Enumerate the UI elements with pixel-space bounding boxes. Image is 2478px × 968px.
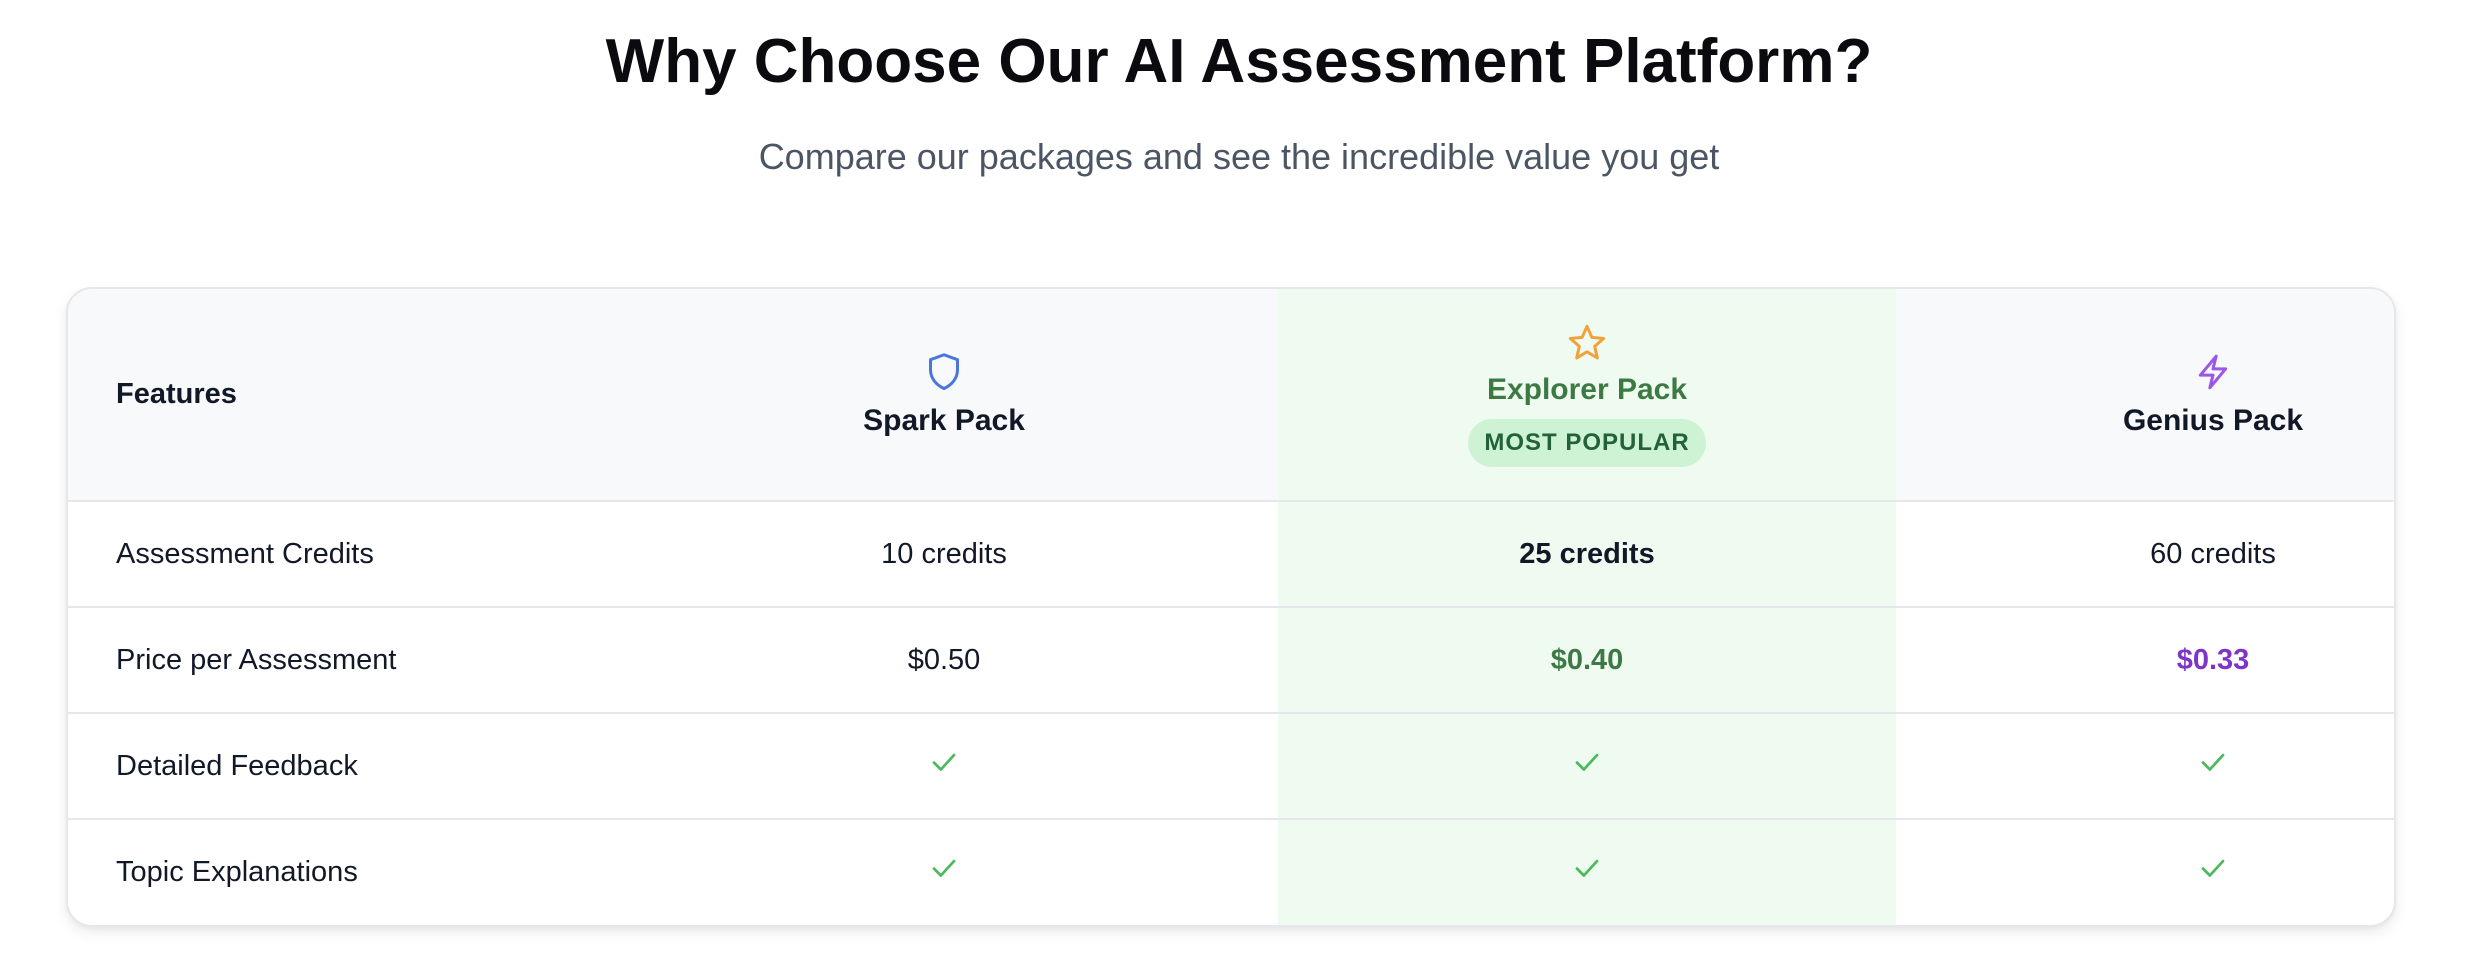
explorer-price: $0.40 (1550, 643, 1624, 676)
explorer-feedback (1278, 714, 1896, 818)
row-label: Topic Explanations (116, 855, 358, 888)
check-icon (2198, 853, 2228, 891)
check-icon (929, 747, 959, 785)
genius-price: $0.33 (2176, 643, 2250, 676)
genius-pack-header: Genius Pack (2013, 289, 2394, 500)
check-icon (929, 853, 959, 891)
genius-explanations (2013, 820, 2394, 924)
features-header: Features (116, 378, 237, 410)
row-label: Price per Assessment (116, 643, 397, 676)
table-row: Assessment Credits 10 credits 25 credits… (68, 500, 2394, 606)
explorer-credits: 25 credits (1519, 537, 1655, 570)
spark-credits: 10 credits (881, 537, 1007, 570)
shield-icon (926, 352, 962, 392)
lightning-icon (2194, 352, 2232, 392)
table-row: Price per Assessment $0.50 $0.40 $0.33 (68, 606, 2394, 712)
comparison-page: Why Choose Our AI Assessment Platform? C… (0, 0, 2478, 968)
table-header-row: Features Spark Pack Explorer Pack MOST P… (68, 289, 2394, 500)
row-label: Detailed Feedback (116, 749, 358, 782)
table-row: Detailed Feedback (68, 712, 2394, 818)
explorer-pack-name: Explorer Pack (1486, 372, 1688, 406)
explorer-pack-header: Explorer Pack MOST POPULAR (1278, 289, 1896, 500)
comparison-table: Features Spark Pack Explorer Pack MOST P… (66, 287, 2396, 927)
spark-price: $0.50 (907, 643, 981, 676)
row-label: Assessment Credits (116, 537, 374, 570)
genius-feedback (2013, 714, 2394, 818)
spark-pack-header: Spark Pack (744, 289, 1144, 500)
spark-explanations (744, 820, 1144, 924)
check-icon (1572, 853, 1602, 891)
most-popular-badge: MOST POPULAR (1468, 418, 1706, 467)
spark-pack-name: Spark Pack (863, 403, 1025, 437)
star-icon (1567, 323, 1607, 363)
genius-credits: 60 credits (2150, 537, 2276, 570)
genius-pack-name: Genius Pack (2122, 403, 2304, 437)
check-icon (1572, 747, 1602, 785)
explorer-explanations (1278, 820, 1896, 924)
table-row: Topic Explanations (68, 818, 2394, 924)
page-title: Why Choose Our AI Assessment Platform? (605, 27, 1873, 96)
page-subtitle: Compare our packages and see the incredi… (758, 136, 1720, 177)
spark-feedback (744, 714, 1144, 818)
check-icon (2198, 747, 2228, 785)
